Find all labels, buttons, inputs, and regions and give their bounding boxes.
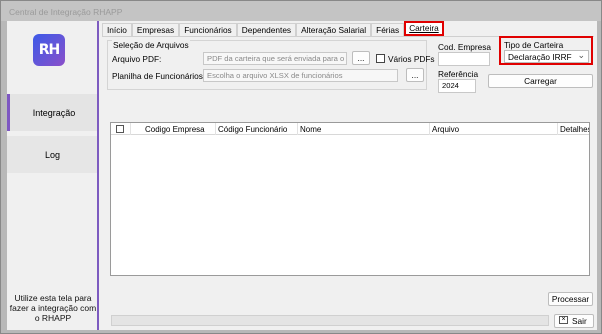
- wallet-type-value: Declaração IRRF: [508, 52, 572, 62]
- client-area: RH Integração Log Utilize esta tela para…: [7, 21, 597, 330]
- tab-strip: Início Empresas Funcionários Dependentes…: [102, 21, 444, 37]
- tab-ferias[interactable]: Férias: [371, 23, 405, 36]
- sheet-browse-button[interactable]: ...: [406, 68, 424, 82]
- chevron-down-icon: ⌄: [577, 50, 585, 60]
- window-title: Central de Integração RHAPP: [9, 7, 123, 17]
- main-panel: Início Empresas Funcionários Dependentes…: [99, 21, 597, 330]
- col-codigo-empresa[interactable]: Codigo Empresa: [131, 123, 216, 135]
- sheet-file-input[interactable]: Escolha o arquivo XLSX de funcionários: [203, 69, 398, 82]
- group-title: Seleção de Arquivos: [112, 40, 190, 50]
- sidebar-help-text: Utilize esta tela para fazer a integraçã…: [9, 293, 97, 323]
- reference-input[interactable]: 2024: [438, 79, 476, 93]
- tab-empresas[interactable]: Empresas: [131, 23, 180, 36]
- tab-dependentes[interactable]: Dependentes: [236, 23, 297, 36]
- sheet-label: Planilha de Funcionários:: [112, 71, 206, 81]
- company-input[interactable]: [438, 52, 490, 66]
- wallet-type-select[interactable]: Declaração IRRF ⌄: [504, 50, 589, 63]
- tab-alteracao-salarial[interactable]: Alteração Salarial: [296, 23, 372, 36]
- title-bar[interactable]: Central de Integração RHAPP: [1, 1, 601, 21]
- pdf-browse-button[interactable]: ...: [352, 51, 370, 65]
- pdf-label: Arquivo PDF:: [112, 54, 162, 64]
- progress-bar: [111, 315, 549, 326]
- exit-button[interactable]: × Sair: [554, 314, 594, 328]
- app-window: Central de Integração RHAPP RH Integraçã…: [0, 0, 602, 334]
- rhapp-logo: RH: [33, 34, 65, 66]
- tab-funcionarios[interactable]: Funcionários: [179, 23, 237, 36]
- col-detalhes[interactable]: Detalhes: [558, 123, 589, 135]
- grid-header: Codigo Empresa Código Funcionário Nome A…: [111, 123, 589, 135]
- data-grid[interactable]: Codigo Empresa Código Funcionário Nome A…: [110, 122, 590, 276]
- tab-inicio[interactable]: Início: [102, 23, 132, 36]
- sidebar-item-log[interactable]: Log: [7, 136, 98, 173]
- sidebar: RH Integração Log Utilize esta tela para…: [7, 21, 98, 330]
- tab-carteira[interactable]: Carteira: [404, 21, 444, 36]
- sidebar-item-label: Integração: [32, 107, 76, 118]
- exit-button-label: Sair: [572, 316, 587, 326]
- select-all-column: [111, 123, 131, 135]
- pdf-file-input[interactable]: PDF da carteira que será enviada para o …: [203, 52, 347, 65]
- load-button[interactable]: Carregar: [488, 74, 593, 88]
- company-label: Cod. Empresa: [438, 42, 492, 52]
- process-button[interactable]: Processar: [548, 292, 593, 306]
- sidebar-item-label: Log: [44, 149, 61, 160]
- multi-pdf-checkbox[interactable]: [376, 54, 385, 63]
- wallet-type-label: Tipo de Carteira: [504, 40, 564, 50]
- file-selection-group: Seleção de Arquivos: [107, 40, 427, 90]
- col-nome[interactable]: Nome: [298, 123, 430, 135]
- multi-pdf-label: Vários PDFs: [388, 54, 435, 64]
- select-all-checkbox[interactable]: [116, 125, 124, 133]
- col-codigo-funcionario[interactable]: Código Funcionário: [216, 123, 298, 135]
- col-arquivo[interactable]: Arquivo: [430, 123, 558, 135]
- reference-label: Referência: [438, 69, 479, 79]
- exit-icon: ×: [559, 316, 568, 324]
- sidebar-item-integracao[interactable]: Integração: [7, 94, 98, 131]
